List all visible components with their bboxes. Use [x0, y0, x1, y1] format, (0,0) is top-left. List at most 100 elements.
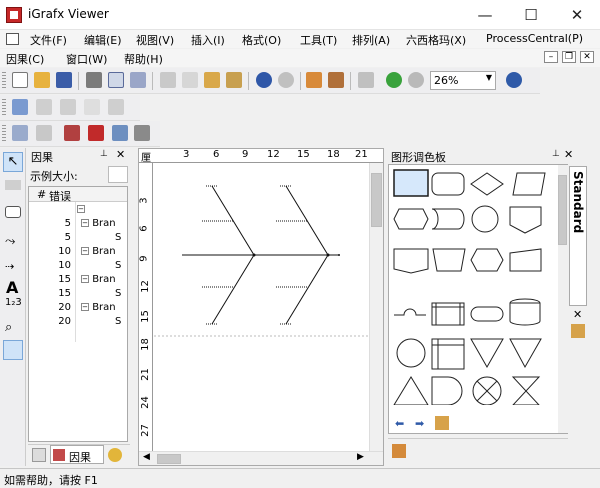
tree-row-leaf[interactable]: S: [115, 287, 121, 301]
outdent-icon[interactable]: [36, 125, 52, 141]
close-icon[interactable]: ✕: [116, 148, 125, 161]
menu-six-sigma[interactable]: 六西格玛(X): [406, 32, 466, 48]
redo-icon[interactable]: [278, 72, 294, 88]
numbering-tool-icon[interactable]: 1₂3: [5, 298, 22, 308]
mdi-minimize-icon[interactable]: –: [544, 51, 558, 63]
tree-view-icon[interactable]: [64, 125, 80, 141]
tree-row-leaf[interactable]: S: [115, 231, 121, 245]
back-icon[interactable]: [386, 72, 402, 88]
horizontal-scroll-thumb[interactable]: [157, 454, 181, 464]
paste-icon[interactable]: [204, 72, 220, 88]
pages-tab-icon[interactable]: [32, 448, 46, 462]
zoom-select[interactable]: 26% ▼: [430, 71, 496, 90]
connector-line-icon[interactable]: ⤳: [5, 234, 15, 249]
standard-toolbar: 26% ▼: [0, 68, 540, 94]
tree-row-branch[interactable]: − Bran: [81, 217, 116, 231]
menu-view[interactable]: 视图(V): [136, 32, 174, 48]
connector-tool-icon[interactable]: [12, 99, 28, 115]
align-tool-icon[interactable]: [108, 99, 124, 115]
shape-extract: [509, 338, 542, 369]
menu-cause[interactable]: 因果(C): [6, 51, 44, 67]
rectangle-tool-icon[interactable]: [5, 180, 21, 190]
rounded-rect-tool-icon[interactable]: [5, 206, 21, 218]
help-icon[interactable]: [506, 72, 522, 88]
fishbone-canvas[interactable]: [154, 164, 368, 452]
pin-icon[interactable]: ⊥: [100, 149, 108, 159]
shape-collate: [511, 376, 541, 405]
minimize-button[interactable]: —: [462, 0, 508, 30]
cause-tab[interactable]: 因果: [50, 445, 104, 464]
tree-row-branch[interactable]: − Bran: [81, 245, 116, 259]
save-icon[interactable]: [56, 72, 72, 88]
shape-grid-svg[interactable]: [389, 165, 569, 405]
palette-forward-icon[interactable]: ➡: [415, 417, 424, 430]
pointer-tool-icon[interactable]: ↖: [3, 152, 23, 172]
cause-tab-label: 因果: [69, 451, 91, 464]
text-tool-icon[interactable]: A: [6, 278, 18, 297]
menu-arrange[interactable]: 排列(A): [352, 32, 390, 48]
pencil-icon[interactable]: [328, 72, 344, 88]
shape-connector: [471, 205, 499, 233]
arrow-tool-icon[interactable]: ⇢: [5, 260, 14, 273]
drawing-tool-icon[interactable]: [36, 99, 52, 115]
toolbar-grip[interactable]: [2, 72, 6, 90]
side-tab-close-icon[interactable]: ✕: [573, 308, 582, 321]
tree-row-branch[interactable]: − Bran: [81, 273, 116, 287]
tree-root[interactable]: −: [77, 203, 85, 217]
close-icon[interactable]: ✕: [564, 148, 573, 161]
menu-file[interactable]: 文件(F): [30, 32, 67, 48]
scroll-right-icon[interactable]: ▶: [357, 452, 364, 462]
print-icon[interactable]: [86, 72, 102, 88]
pin-icon[interactable]: ⊥: [552, 149, 560, 159]
print-preview-icon[interactable]: [108, 72, 124, 88]
format-painter-icon[interactable]: [226, 72, 242, 88]
shapes-tab-icon[interactable]: [108, 448, 122, 462]
tree-row-leaf[interactable]: S: [115, 315, 121, 329]
scroll-left-icon[interactable]: ◀: [143, 452, 150, 462]
standard-side-tab[interactable]: Standard: [569, 166, 587, 306]
zoom-tool-icon[interactable]: ⌕: [5, 320, 12, 335]
undo-icon[interactable]: [256, 72, 272, 88]
menu-window[interactable]: 窗口(W): [66, 51, 107, 67]
vertical-scrollbar[interactable]: [369, 163, 383, 453]
copy-icon[interactable]: [182, 72, 198, 88]
menu-edit[interactable]: 编辑(E): [84, 32, 122, 48]
indent-icon[interactable]: [12, 125, 28, 141]
side-tab-shapes-icon[interactable]: [571, 324, 585, 338]
spell-check-icon[interactable]: [130, 72, 146, 88]
menu-tools[interactable]: 工具(T): [300, 32, 337, 48]
close-button[interactable]: ✕: [554, 0, 600, 30]
mdi-restore-icon[interactable]: ❐: [562, 51, 576, 63]
table-icon[interactable]: [112, 125, 128, 141]
panel-tool-icon[interactable]: [3, 340, 23, 360]
export-icon[interactable]: [134, 125, 150, 141]
palette-scroll-thumb[interactable]: [558, 175, 567, 245]
split-tool-icon[interactable]: [60, 99, 76, 115]
menu-insert[interactable]: 插入(I): [191, 32, 225, 48]
palette-back-icon[interactable]: ⬅: [395, 417, 404, 430]
shapes-library-icon[interactable]: [306, 72, 322, 88]
horizontal-scrollbar[interactable]: ◀ ▶: [139, 451, 383, 465]
palette-library-icon[interactable]: [435, 416, 449, 430]
drawing-area[interactable]: 厘 3 6 9 12 15 18 21 3 6 9 12 15 18 21 24…: [138, 148, 384, 466]
sample-size-input[interactable]: [108, 166, 128, 183]
chart-icon[interactable]: [358, 72, 374, 88]
report-icon[interactable]: [88, 125, 104, 141]
mdi-close-icon[interactable]: ✕: [580, 51, 594, 63]
shape-rounded-rect: [431, 172, 465, 196]
shape-internal-storage: [431, 338, 465, 370]
tree-row-branch[interactable]: − Bran: [81, 301, 116, 315]
menu-help[interactable]: 帮助(H): [124, 51, 163, 67]
maximize-button[interactable]: ☐: [508, 0, 554, 30]
forward-icon[interactable]: [408, 72, 424, 88]
tree-row-leaf[interactable]: S: [115, 259, 121, 273]
menu-process-central[interactable]: ProcessCentral(P): [486, 32, 583, 45]
menu-format[interactable]: 格式(O): [242, 32, 281, 48]
open-folder-icon[interactable]: [34, 72, 50, 88]
palette-folder-icon[interactable]: [392, 444, 406, 458]
page-tool-icon[interactable]: [84, 99, 100, 115]
vertical-scroll-thumb[interactable]: [371, 173, 382, 227]
new-icon[interactable]: [12, 72, 28, 88]
palette-scrollbar[interactable]: [558, 165, 568, 433]
cut-icon[interactable]: [160, 72, 176, 88]
